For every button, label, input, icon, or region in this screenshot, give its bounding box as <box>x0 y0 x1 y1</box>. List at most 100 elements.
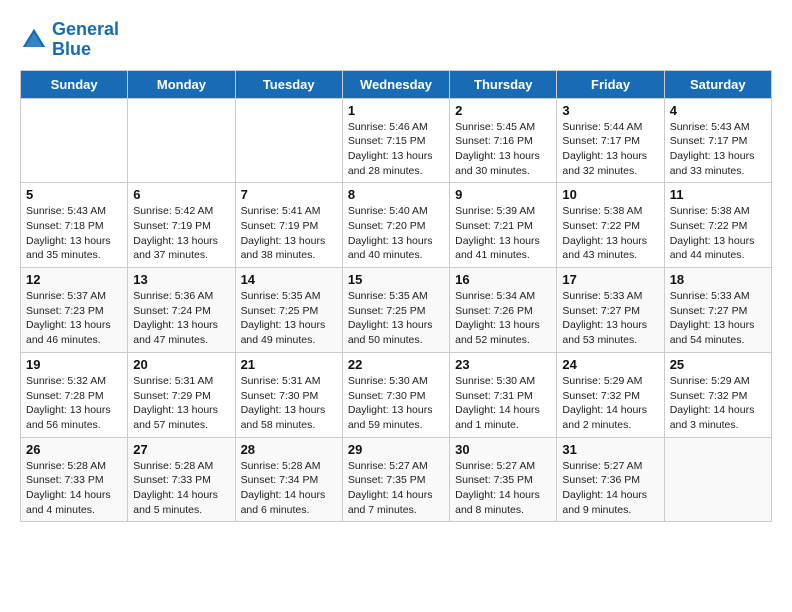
day-info: Sunrise: 5:42 AM Sunset: 7:19 PM Dayligh… <box>133 204 229 263</box>
calendar-cell <box>235 98 342 183</box>
day-number: 29 <box>348 442 444 457</box>
day-info: Sunrise: 5:27 AM Sunset: 7:35 PM Dayligh… <box>348 459 444 518</box>
calendar-table: SundayMondayTuesdayWednesdayThursdayFrid… <box>20 70 772 523</box>
calendar-cell <box>664 437 771 522</box>
dow-header: Saturday <box>664 70 771 98</box>
page-header: General Blue <box>20 20 772 60</box>
calendar-cell: 22 Sunrise: 5:30 AM Sunset: 7:30 PM Dayli… <box>342 352 449 437</box>
day-number: 25 <box>670 357 766 372</box>
day-number: 1 <box>348 103 444 118</box>
day-number: 11 <box>670 187 766 202</box>
day-number: 2 <box>455 103 551 118</box>
calendar-cell: 31 Sunrise: 5:27 AM Sunset: 7:36 PM Dayli… <box>557 437 664 522</box>
dow-header: Tuesday <box>235 70 342 98</box>
day-number: 24 <box>562 357 658 372</box>
day-info: Sunrise: 5:30 AM Sunset: 7:31 PM Dayligh… <box>455 374 551 433</box>
calendar-body: 1 Sunrise: 5:46 AM Sunset: 7:15 PM Daylig… <box>21 98 772 522</box>
day-number: 27 <box>133 442 229 457</box>
calendar-cell: 26 Sunrise: 5:28 AM Sunset: 7:33 PM Dayli… <box>21 437 128 522</box>
day-number: 9 <box>455 187 551 202</box>
logo: General Blue <box>20 20 119 60</box>
day-info: Sunrise: 5:39 AM Sunset: 7:21 PM Dayligh… <box>455 204 551 263</box>
calendar-cell: 13Sunrise: 5:36 AM Sunset: 7:24 PM Dayli… <box>128 268 235 353</box>
calendar-cell: 21 Sunrise: 5:31 AM Sunset: 7:30 PM Dayli… <box>235 352 342 437</box>
logo-icon <box>20 26 48 54</box>
day-number: 18 <box>670 272 766 287</box>
calendar-cell: 20Sunrise: 5:31 AM Sunset: 7:29 PM Dayli… <box>128 352 235 437</box>
calendar-cell: 2 Sunrise: 5:45 AM Sunset: 7:16 PM Daylig… <box>450 98 557 183</box>
day-info: Sunrise: 5:44 AM Sunset: 7:17 PM Dayligh… <box>562 120 658 179</box>
day-info: Sunrise: 5:40 AM Sunset: 7:20 PM Dayligh… <box>348 204 444 263</box>
day-info: Sunrise: 5:35 AM Sunset: 7:25 PM Dayligh… <box>348 289 444 348</box>
day-info: Sunrise: 5:43 AM Sunset: 7:18 PM Dayligh… <box>26 204 122 263</box>
day-info: Sunrise: 5:33 AM Sunset: 7:27 PM Dayligh… <box>670 289 766 348</box>
day-number: 22 <box>348 357 444 372</box>
calendar-cell: 14Sunrise: 5:35 AM Sunset: 7:25 PM Dayli… <box>235 268 342 353</box>
calendar-cell: 15 Sunrise: 5:35 AM Sunset: 7:25 PM Dayli… <box>342 268 449 353</box>
day-number: 21 <box>241 357 337 372</box>
calendar-week-row: 19Sunrise: 5:32 AM Sunset: 7:28 PM Dayli… <box>21 352 772 437</box>
calendar-cell: 28Sunrise: 5:28 AM Sunset: 7:34 PM Dayli… <box>235 437 342 522</box>
day-info: Sunrise: 5:35 AM Sunset: 7:25 PM Dayligh… <box>241 289 337 348</box>
day-number: 16 <box>455 272 551 287</box>
calendar-cell: 27 Sunrise: 5:28 AM Sunset: 7:33 PM Dayli… <box>128 437 235 522</box>
day-of-week-row: SundayMondayTuesdayWednesdayThursdayFrid… <box>21 70 772 98</box>
day-info: Sunrise: 5:46 AM Sunset: 7:15 PM Dayligh… <box>348 120 444 179</box>
calendar-cell: 19Sunrise: 5:32 AM Sunset: 7:28 PM Dayli… <box>21 352 128 437</box>
dow-header: Friday <box>557 70 664 98</box>
day-info: Sunrise: 5:29 AM Sunset: 7:32 PM Dayligh… <box>670 374 766 433</box>
calendar-cell <box>21 98 128 183</box>
day-number: 30 <box>455 442 551 457</box>
day-info: Sunrise: 5:28 AM Sunset: 7:33 PM Dayligh… <box>26 459 122 518</box>
calendar-cell: 1 Sunrise: 5:46 AM Sunset: 7:15 PM Daylig… <box>342 98 449 183</box>
day-info: Sunrise: 5:34 AM Sunset: 7:26 PM Dayligh… <box>455 289 551 348</box>
day-number: 5 <box>26 187 122 202</box>
calendar-cell: 6Sunrise: 5:42 AM Sunset: 7:19 PM Daylig… <box>128 183 235 268</box>
calendar-cell: 9 Sunrise: 5:39 AM Sunset: 7:21 PM Daylig… <box>450 183 557 268</box>
calendar-cell: 12 Sunrise: 5:37 AM Sunset: 7:23 PM Dayli… <box>21 268 128 353</box>
day-number: 12 <box>26 272 122 287</box>
day-number: 4 <box>670 103 766 118</box>
day-info: Sunrise: 5:43 AM Sunset: 7:17 PM Dayligh… <box>670 120 766 179</box>
calendar-cell: 11 Sunrise: 5:38 AM Sunset: 7:22 PM Dayli… <box>664 183 771 268</box>
day-info: Sunrise: 5:27 AM Sunset: 7:36 PM Dayligh… <box>562 459 658 518</box>
calendar-cell: 4 Sunrise: 5:43 AM Sunset: 7:17 PM Daylig… <box>664 98 771 183</box>
day-info: Sunrise: 5:45 AM Sunset: 7:16 PM Dayligh… <box>455 120 551 179</box>
day-number: 26 <box>26 442 122 457</box>
day-info: Sunrise: 5:37 AM Sunset: 7:23 PM Dayligh… <box>26 289 122 348</box>
calendar-cell: 3 Sunrise: 5:44 AM Sunset: 7:17 PM Daylig… <box>557 98 664 183</box>
calendar-cell: 5 Sunrise: 5:43 AM Sunset: 7:18 PM Daylig… <box>21 183 128 268</box>
calendar-cell: 25 Sunrise: 5:29 AM Sunset: 7:32 PM Dayli… <box>664 352 771 437</box>
calendar-cell: 16 Sunrise: 5:34 AM Sunset: 7:26 PM Dayli… <box>450 268 557 353</box>
day-number: 7 <box>241 187 337 202</box>
calendar-cell: 29 Sunrise: 5:27 AM Sunset: 7:35 PM Dayli… <box>342 437 449 522</box>
logo-text: General Blue <box>52 20 119 60</box>
day-info: Sunrise: 5:31 AM Sunset: 7:30 PM Dayligh… <box>241 374 337 433</box>
day-info: Sunrise: 5:31 AM Sunset: 7:29 PM Dayligh… <box>133 374 229 433</box>
day-info: Sunrise: 5:30 AM Sunset: 7:30 PM Dayligh… <box>348 374 444 433</box>
day-info: Sunrise: 5:27 AM Sunset: 7:35 PM Dayligh… <box>455 459 551 518</box>
calendar-cell: 17Sunrise: 5:33 AM Sunset: 7:27 PM Dayli… <box>557 268 664 353</box>
day-info: Sunrise: 5:28 AM Sunset: 7:33 PM Dayligh… <box>133 459 229 518</box>
day-info: Sunrise: 5:41 AM Sunset: 7:19 PM Dayligh… <box>241 204 337 263</box>
dow-header: Monday <box>128 70 235 98</box>
day-info: Sunrise: 5:29 AM Sunset: 7:32 PM Dayligh… <box>562 374 658 433</box>
day-number: 3 <box>562 103 658 118</box>
day-number: 31 <box>562 442 658 457</box>
dow-header: Sunday <box>21 70 128 98</box>
day-info: Sunrise: 5:36 AM Sunset: 7:24 PM Dayligh… <box>133 289 229 348</box>
calendar-cell: 10 Sunrise: 5:38 AM Sunset: 7:22 PM Dayli… <box>557 183 664 268</box>
day-number: 17 <box>562 272 658 287</box>
day-number: 23 <box>455 357 551 372</box>
day-number: 15 <box>348 272 444 287</box>
day-number: 28 <box>241 442 337 457</box>
calendar-week-row: 12 Sunrise: 5:37 AM Sunset: 7:23 PM Dayli… <box>21 268 772 353</box>
calendar-cell: 18 Sunrise: 5:33 AM Sunset: 7:27 PM Dayli… <box>664 268 771 353</box>
day-number: 8 <box>348 187 444 202</box>
dow-header: Wednesday <box>342 70 449 98</box>
day-info: Sunrise: 5:38 AM Sunset: 7:22 PM Dayligh… <box>562 204 658 263</box>
calendar-week-row: 5 Sunrise: 5:43 AM Sunset: 7:18 PM Daylig… <box>21 183 772 268</box>
calendar-week-row: 1 Sunrise: 5:46 AM Sunset: 7:15 PM Daylig… <box>21 98 772 183</box>
day-number: 10 <box>562 187 658 202</box>
day-info: Sunrise: 5:38 AM Sunset: 7:22 PM Dayligh… <box>670 204 766 263</box>
